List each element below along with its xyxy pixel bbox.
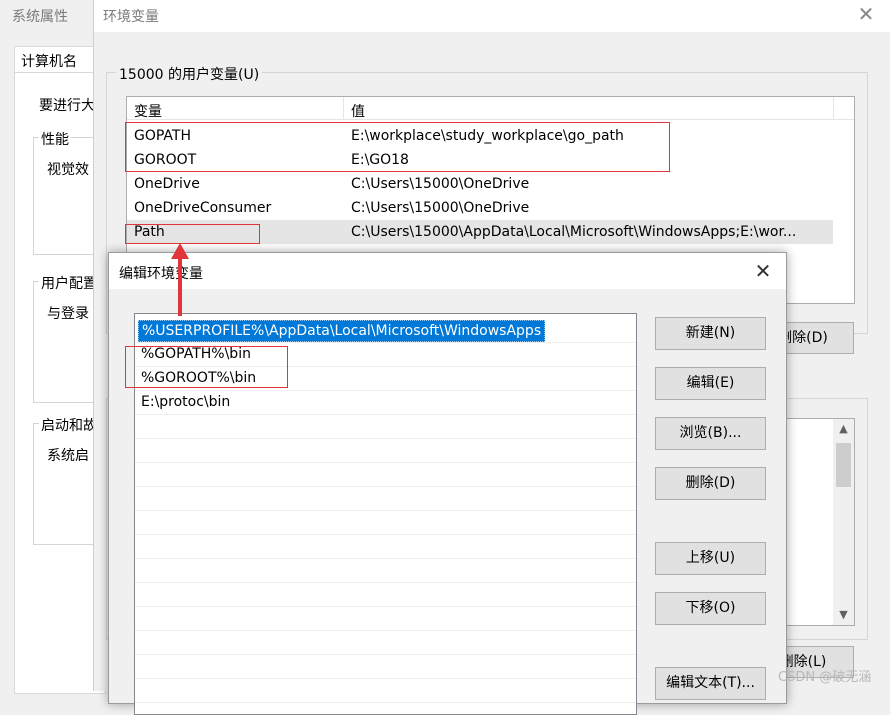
path-entry-empty[interactable] bbox=[135, 414, 636, 439]
path-entry-selected[interactable]: %USERPROFILE%\AppData\Local\Microsoft\Wi… bbox=[135, 318, 636, 343]
annotation-arrow-icon bbox=[171, 243, 189, 259]
startup-text: 系统启 bbox=[47, 448, 89, 464]
column-separator[interactable] bbox=[833, 97, 834, 119]
performance-text: 视觉效 bbox=[47, 162, 89, 178]
variable-value: C:\Users\15000\OneDrive bbox=[351, 176, 530, 192]
variable-name: OneDriveConsumer bbox=[134, 200, 272, 216]
annotation-arrow-line bbox=[178, 256, 182, 316]
env-window-title: 环境变量 bbox=[103, 9, 159, 25]
variable-value: C:\Users\15000\AppData\Local\Microsoft\W… bbox=[351, 224, 797, 240]
group-startup-label: 启动和故 bbox=[39, 415, 99, 435]
user-variable-row[interactable]: OneDriveConsumer C:\Users\15000\OneDrive bbox=[127, 196, 833, 220]
edit-environment-variable-dialog: 编辑环境变量 ✕ %USERPROFILE%\AppData\Local\Mic… bbox=[108, 252, 787, 715]
path-entry-empty[interactable] bbox=[135, 606, 636, 631]
new-button[interactable]: 新建(N) bbox=[655, 317, 766, 350]
annotation-box-path bbox=[125, 224, 260, 244]
tab-computer-name[interactable]: 计算机名 bbox=[14, 46, 98, 73]
edit-dialog-titlebar: 编辑环境变量 ✕ bbox=[109, 253, 786, 289]
path-entry-empty[interactable] bbox=[135, 438, 636, 463]
user-variable-row[interactable]: OneDrive C:\Users\15000\OneDrive bbox=[127, 172, 833, 196]
move-down-button[interactable]: 下移(O) bbox=[655, 592, 766, 625]
path-entry-empty[interactable] bbox=[135, 630, 636, 655]
env-titlebar: 环境变量 ✕ bbox=[94, 0, 890, 32]
path-entry-text: %USERPROFILE%\AppData\Local\Microsoft\Wi… bbox=[138, 320, 546, 342]
close-icon[interactable]: ✕ bbox=[750, 259, 776, 283]
column-header-variable[interactable]: 变量 bbox=[134, 101, 162, 121]
admin-note-text: 要进行大 bbox=[39, 98, 95, 114]
edit-text-button[interactable]: 编辑文本(T)... bbox=[655, 667, 766, 700]
edit-button[interactable]: 编辑(E) bbox=[655, 367, 766, 400]
path-entry-empty[interactable] bbox=[135, 582, 636, 607]
path-entry-text: E:\protoc\bin bbox=[141, 394, 231, 410]
scroll-down-icon[interactable]: ▼ bbox=[833, 605, 854, 625]
column-separator[interactable] bbox=[343, 97, 344, 119]
annotation-box-go-vars bbox=[125, 122, 670, 172]
browse-button[interactable]: 浏览(B)... bbox=[655, 417, 766, 450]
path-entry-empty[interactable] bbox=[135, 462, 636, 487]
env-close-icon[interactable]: ✕ bbox=[855, 2, 877, 26]
move-up-button[interactable]: 上移(U) bbox=[655, 542, 766, 575]
system-variables-scrollbar[interactable]: ▲ ▼ bbox=[833, 419, 854, 625]
user-variables-header: 变量 值 bbox=[127, 97, 854, 120]
group-user-profile-label: 用户配置 bbox=[39, 273, 99, 293]
scroll-up-icon[interactable]: ▲ bbox=[833, 419, 854, 439]
path-entry-empty[interactable] bbox=[135, 534, 636, 559]
path-entry[interactable]: E:\protoc\bin bbox=[135, 390, 636, 415]
variable-value: C:\Users\15000\OneDrive bbox=[351, 200, 530, 216]
column-header-value[interactable]: 值 bbox=[351, 101, 365, 121]
user-variables-label: 15000 的用户变量(U) bbox=[116, 64, 263, 84]
path-entry-empty[interactable] bbox=[135, 654, 636, 679]
annotation-box-go-bin bbox=[125, 346, 288, 388]
group-performance-label: 性能 bbox=[39, 129, 71, 149]
tab-computer-name-label: 计算机名 bbox=[21, 54, 77, 70]
edit-dialog-title: 编辑环境变量 bbox=[119, 266, 203, 282]
scrollbar-thumb[interactable] bbox=[836, 443, 851, 487]
watermark: CSDN @破无涵 bbox=[778, 670, 872, 685]
system-properties-title: 系统属性 bbox=[12, 9, 68, 25]
system-properties-window: 系统属性 计算机名 要进行大 性能 视觉效 用户配置 与登录 启动和故 系统启 bbox=[0, 0, 115, 694]
path-entry-empty[interactable] bbox=[135, 510, 636, 535]
delete-button[interactable]: 删除(D) bbox=[655, 467, 766, 500]
user-profile-text: 与登录 bbox=[47, 306, 89, 322]
variable-name: OneDrive bbox=[134, 176, 200, 192]
path-entry-empty[interactable] bbox=[135, 486, 636, 511]
path-entry-empty[interactable] bbox=[135, 558, 636, 583]
